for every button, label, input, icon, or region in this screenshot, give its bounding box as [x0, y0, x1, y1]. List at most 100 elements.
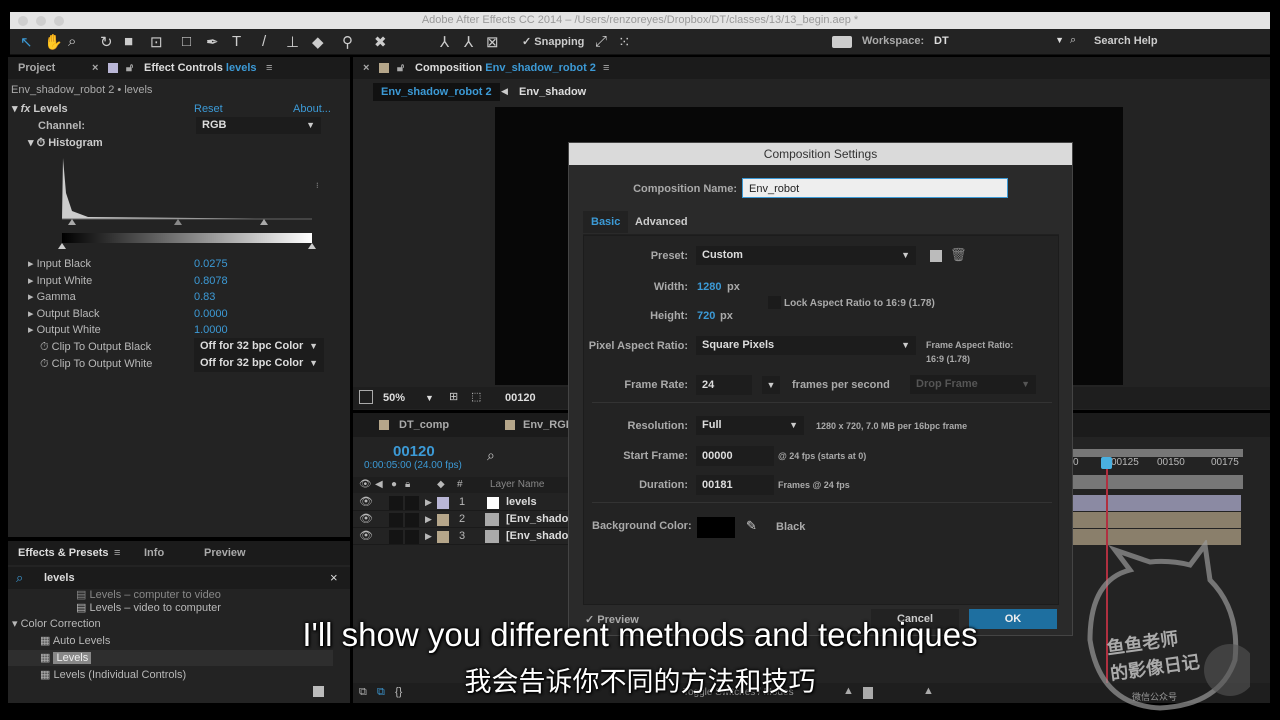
tab-basic[interactable]: Basic [583, 211, 629, 233]
panel-menu-icon[interactable]: ≡ [603, 57, 609, 79]
param-value[interactable]: 0.83 [194, 289, 215, 305]
rectangle-tool-icon[interactable]: □ [182, 33, 191, 50]
param-value[interactable]: 1.0000 [194, 322, 228, 338]
comp-duration-bar[interactable] [1071, 475, 1243, 489]
breadcrumb-current-comp[interactable]: Env_shadow_robot 2 [373, 83, 500, 101]
selection-tool-icon[interactable]: ↖ [20, 33, 33, 51]
layer-bar-1[interactable] [1071, 495, 1241, 511]
layer-row[interactable]: 👁︎ ▶ 2 [Env_shado [353, 511, 568, 528]
param-value[interactable]: 0.0275 [194, 256, 228, 272]
layer-row[interactable]: 👁︎ ▶ 3 [Env_shado [353, 528, 568, 545]
close-tab-icon[interactable]: × [92, 57, 98, 79]
region-of-interest-icon[interactable]: ⬚ [471, 390, 481, 403]
playhead-handle[interactable] [1101, 457, 1112, 469]
expand-icon[interactable]: ▶ [425, 528, 432, 545]
tab-advanced[interactable]: Advanced [635, 216, 688, 228]
brush-tool-icon[interactable]: / [262, 33, 266, 50]
expand-icon[interactable]: ▶ [425, 494, 432, 511]
clip-white-select[interactable]: Off for 32 bpc Color ▼ [194, 355, 324, 372]
layer-row[interactable]: 👁︎ ▶ 1 levels [353, 494, 568, 511]
snap-edges-icon[interactable]: ⤢ [595, 33, 607, 50]
solo-toggle[interactable] [389, 496, 403, 510]
delete-preset-icon[interactable]: 🗑︎ [950, 247, 967, 263]
about-link[interactable]: About... [293, 101, 331, 117]
world-axis-icon[interactable]: ⅄ [464, 33, 473, 51]
lock-aspect-checkbox[interactable] [768, 296, 781, 309]
tab-preview[interactable]: Preview [204, 541, 246, 565]
background-color-swatch[interactable] [697, 517, 735, 538]
param-output-white[interactable]: ▸ Output White [28, 322, 101, 338]
resolution-select[interactable]: Full ▼ [696, 416, 804, 435]
pan-behind-tool-icon[interactable]: ⊡ [150, 33, 163, 51]
workspace-select[interactable]: DT ▼ [934, 35, 1064, 47]
solo-toggle[interactable] [389, 513, 403, 527]
param-gamma[interactable]: ▸ Gamma [28, 289, 76, 305]
start-frame-input[interactable]: 00000 [696, 446, 774, 466]
lock-toggle[interactable] [405, 513, 419, 527]
search-help-input[interactable]: Search Help [1094, 35, 1158, 47]
eyedropper-icon[interactable]: ✎ [746, 518, 757, 534]
clip-black-select[interactable]: Off for 32 bpc Color ▼ [194, 338, 324, 355]
sync-settings-icon[interactable] [832, 36, 852, 48]
lock-toggle[interactable] [405, 530, 419, 544]
hand-tool-icon[interactable]: ✋ [44, 33, 63, 51]
height-value[interactable]: 720 [697, 310, 715, 322]
clone-stamp-tool-icon[interactable]: ⊥ [286, 33, 299, 51]
solo-toggle[interactable] [389, 530, 403, 544]
panel-menu-icon[interactable]: ≡ [266, 57, 272, 79]
param-input-black[interactable]: ▸ Input Black [28, 256, 91, 272]
layer-label-color[interactable] [437, 497, 449, 509]
snap-features-icon[interactable]: ⁙ [618, 33, 631, 51]
lock-toggle[interactable] [405, 496, 419, 510]
layer-bar-2[interactable] [1071, 512, 1241, 528]
tab-env-rgb[interactable]: Env_RGB [523, 413, 574, 437]
visibility-toggle-icon[interactable]: 👁︎ [359, 494, 373, 511]
param-value[interactable]: 0.0000 [194, 306, 228, 322]
param-input-white[interactable]: ▸ Input White [28, 273, 92, 289]
visibility-toggle-icon[interactable]: 👁︎ [359, 528, 373, 545]
breadcrumb-parent-comp[interactable]: Env_shadow [519, 86, 586, 98]
tab-effect-controls[interactable]: Effect Controls levels [144, 57, 257, 79]
roto-brush-tool-icon[interactable]: ⚲ [342, 33, 353, 51]
visibility-toggle-icon[interactable]: 👁︎ [359, 511, 373, 528]
search-icon[interactable]: ⌕ [487, 447, 495, 464]
preset-item[interactable]: ▤ Levels – video to computer [76, 600, 221, 616]
tab-composition[interactable]: Composition Env_shadow_robot 2 [415, 57, 596, 79]
layer-name[interactable]: levels [506, 494, 537, 511]
snapshot-icon[interactable] [359, 390, 373, 404]
camera-tool-icon[interactable]: ■ [124, 33, 133, 50]
duration-input[interactable]: 00181 [696, 475, 774, 495]
zoom-window-button[interactable] [54, 16, 64, 26]
save-preset-icon[interactable] [930, 250, 942, 262]
tab-effects-presets[interactable]: Effects & Presets [18, 541, 109, 565]
effect-header[interactable]: ▾ fx Levels [12, 101, 68, 117]
current-frame[interactable]: 00120 [393, 443, 435, 460]
channel-select[interactable]: RGB ▼ [196, 117, 321, 134]
frame-rate-input[interactable]: 24 [696, 375, 752, 395]
comp-name-input[interactable]: Env_robot [742, 178, 1008, 198]
clear-search-icon[interactable]: × [330, 570, 338, 585]
zoom-tool-icon[interactable]: ⌕ [68, 33, 76, 50]
param-output-black[interactable]: ▸ Output Black [28, 306, 100, 322]
tab-project[interactable]: Project [18, 57, 55, 79]
frame-rate-dropdown[interactable]: ▼ [762, 376, 780, 394]
layer-label-color[interactable] [437, 514, 449, 526]
layer-name[interactable]: [Env_shado [506, 511, 568, 528]
effects-search-input[interactable]: ⌕ levels × [8, 567, 350, 589]
type-tool-icon[interactable]: T [232, 33, 241, 50]
tab-dt-comp[interactable]: DT_comp [399, 413, 449, 437]
reset-link[interactable]: Reset [194, 101, 223, 117]
close-tab-icon[interactable]: × [363, 57, 369, 79]
view-axis-icon[interactable]: ⊠ [486, 33, 499, 51]
histogram[interactable]: ⁝ [58, 153, 328, 253]
panel-menu-icon[interactable]: ≡ [114, 541, 120, 565]
layer-name[interactable]: [Env_shado [506, 528, 568, 545]
viewer-timecode[interactable]: 00120 [505, 392, 536, 404]
rotate-tool-icon[interactable]: ↻ [100, 33, 113, 51]
minimize-window-button[interactable] [36, 16, 46, 26]
pixel-aspect-select[interactable]: Square Pixels ▼ [696, 336, 916, 355]
work-area-bar[interactable] [1071, 449, 1243, 457]
local-axis-icon[interactable]: ⅄ [440, 33, 449, 51]
tab-info[interactable]: Info [144, 541, 164, 565]
expand-icon[interactable]: ▶ [425, 511, 432, 528]
